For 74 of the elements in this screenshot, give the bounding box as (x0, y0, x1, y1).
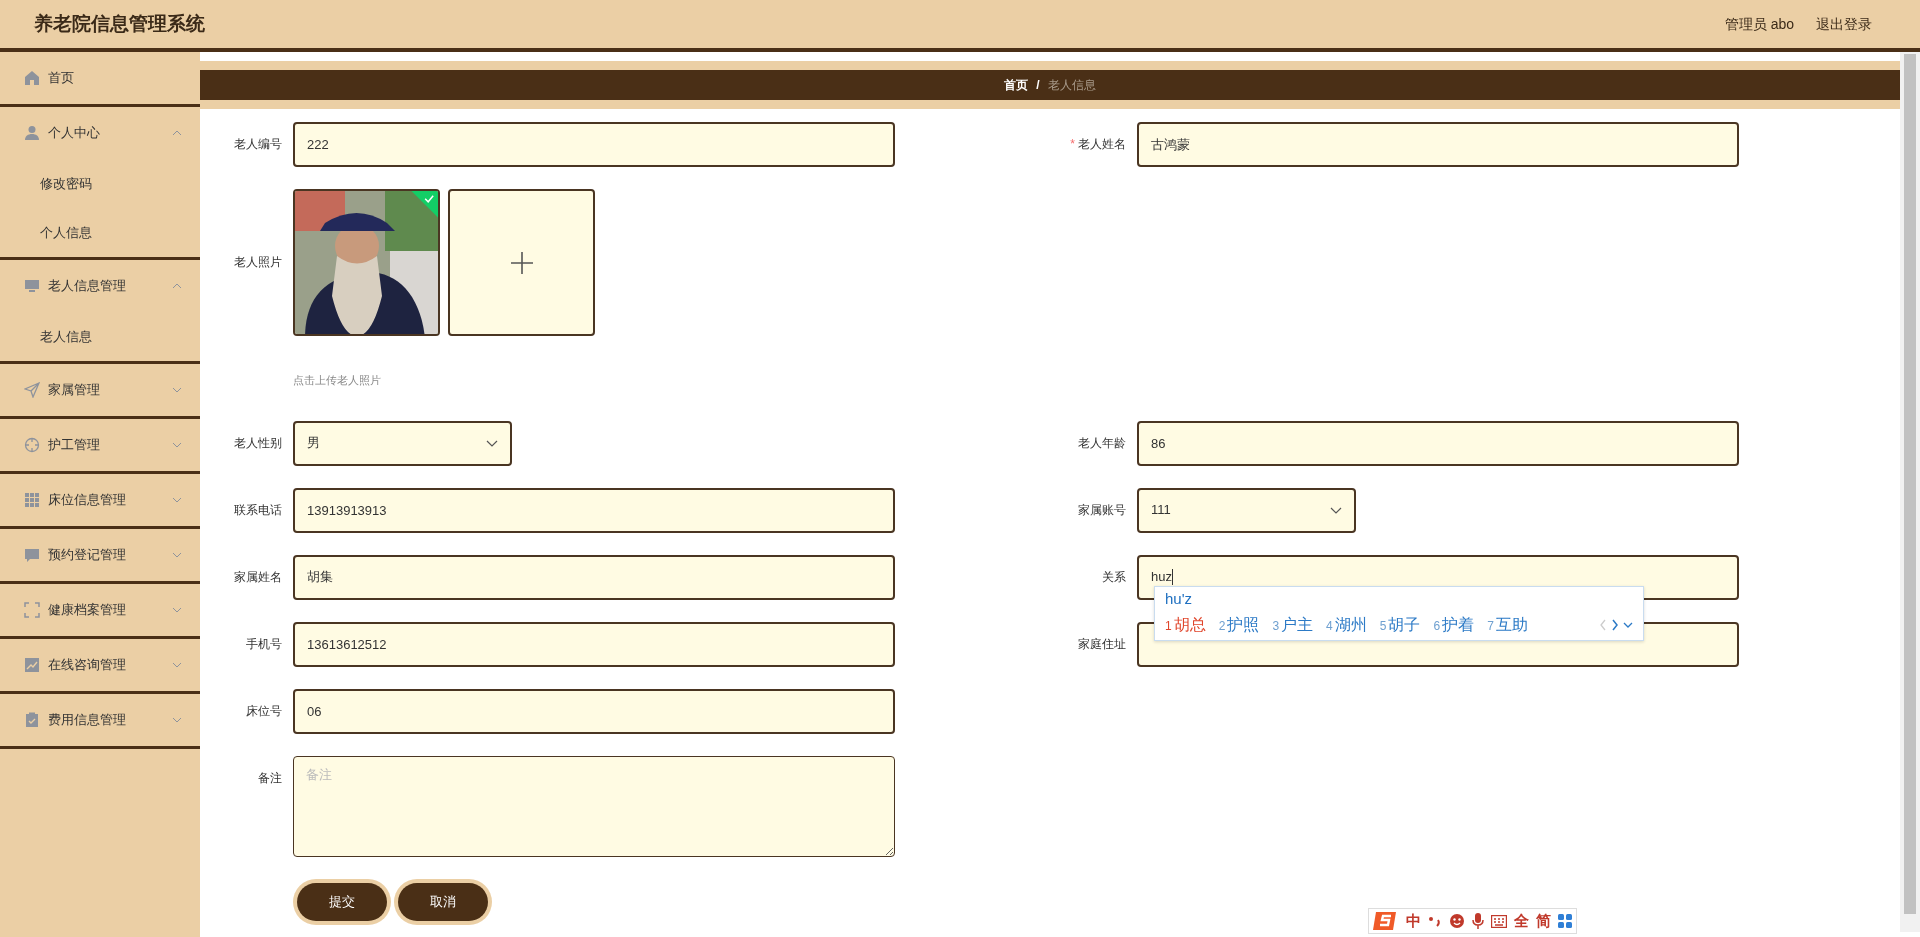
sidebar-item[interactable]: 预约登记管理 (0, 529, 200, 581)
text-field[interactable]: 222 (293, 122, 895, 167)
text-field[interactable]: 86 (1137, 420, 1739, 466)
ime-toolbar-label[interactable]: 中 (1406, 909, 1421, 933)
sidebar-item[interactable]: 健康档案管理 (0, 584, 200, 636)
sidebar-subitem[interactable]: 个人信息 (0, 208, 200, 257)
text-field[interactable]: 13613612512 (293, 621, 895, 667)
ime-candidate[interactable]: 1 胡总 (1165, 612, 1206, 637)
ime-candidate[interactable]: 6护着 (1433, 612, 1475, 637)
sidebar-subitem[interactable]: 修改密码 (0, 159, 200, 208)
scrollbar[interactable] (1900, 52, 1920, 932)
breadcrumb-link[interactable]: 首页 (1004, 76, 1029, 94)
textarea-field[interactable]: 备注 (293, 755, 895, 857)
field-label: 家庭住址 (1077, 635, 1126, 653)
sidebar-item[interactable]: 家属管理 (0, 364, 200, 416)
text-field[interactable]: 06 (293, 688, 895, 734)
field-label: 老人性别 (233, 434, 282, 452)
sidebar-item[interactable]: 床位信息管理 (0, 474, 200, 526)
field-label: * 老人姓名 (1069, 136, 1126, 153)
logout-link[interactable]: 退出登录 (1816, 13, 1872, 35)
sidebar-item[interactable]: 首页 (0, 52, 200, 104)
text-field[interactable]: 胡集 (293, 554, 895, 600)
sidebar-item[interactable]: 在线咨询管理 (0, 639, 200, 691)
next-icon[interactable] (1611, 618, 1619, 631)
field-label: 老人编号 (233, 136, 282, 153)
field-label: 联系电话 (233, 501, 282, 519)
sidebar-item[interactable]: 护工管理 (0, 419, 200, 471)
sidebar-item[interactable]: 老人信息管理 (0, 260, 200, 312)
clipboard-icon (24, 712, 40, 728)
upload-box[interactable] (448, 189, 595, 336)
chart-icon (24, 657, 40, 673)
sidebar-item[interactable]: 个人中心 (0, 107, 200, 159)
ime-candidate[interactable]: 4湖州 (1326, 612, 1367, 637)
home-icon (24, 70, 40, 86)
smiley-icon[interactable] (1449, 913, 1465, 929)
sidebar-subitem[interactable]: 老人信息 (0, 312, 200, 361)
text-field[interactable]: 古鸿蒙 (1137, 122, 1739, 167)
field-label: 家属账号 (1077, 501, 1126, 519)
punctuation-icon[interactable] (1428, 914, 1442, 928)
field-label: 床位号 (245, 702, 282, 720)
field-label: 家属姓名 (233, 568, 282, 586)
scrollbar-thumb[interactable] (1904, 54, 1916, 914)
field-label: 关系 (1101, 568, 1126, 586)
breadcrumb-separator: / (1036, 77, 1040, 94)
app-title: 养老院信息管理系统 (34, 11, 205, 36)
text-field[interactable]: 13913913913 (293, 487, 895, 533)
frame-icon (24, 602, 40, 618)
plus-icon (510, 251, 533, 274)
chat-icon (24, 547, 40, 563)
ime-toolbar-label[interactable]: 全 (1514, 909, 1529, 933)
upload-hint: 点击上传老人照片 (293, 373, 382, 388)
field-label: 手机号 (245, 635, 282, 653)
user-icon (24, 125, 40, 141)
ime-candidate[interactable]: 3 户主 (1272, 612, 1314, 637)
sidebar-item[interactable]: 费用信息管理 (0, 694, 200, 746)
user-label: 管理员 abo (1724, 14, 1794, 34)
keyboard-icon[interactable] (1491, 914, 1507, 928)
microphone-icon[interactable] (1472, 913, 1484, 929)
monitor-icon (24, 278, 40, 294)
select-field[interactable]: 111 (1137, 487, 1356, 533)
grid-icon (24, 492, 40, 508)
crosshair-icon (24, 437, 40, 453)
field-label: 备注 (257, 769, 282, 787)
ime-candidate[interactable]: 5胡子 (1379, 612, 1421, 637)
field-label: 老人照片 (233, 254, 282, 271)
paper-plane-icon (24, 382, 40, 398)
ime-logo-icon[interactable] (1373, 909, 1399, 933)
field-label: 老人年龄 (1077, 434, 1126, 452)
select-field[interactable]: 男 (293, 420, 512, 466)
ime-candidate[interactable]: 2护照 (1218, 612, 1260, 637)
breadcrumb-current: 老人信息 (1047, 77, 1096, 94)
ime-toolbar-label[interactable]: 简 (1536, 909, 1551, 933)
apps-icon[interactable] (1558, 914, 1572, 928)
ime-candidate[interactable]: 7互助 (1487, 612, 1528, 637)
